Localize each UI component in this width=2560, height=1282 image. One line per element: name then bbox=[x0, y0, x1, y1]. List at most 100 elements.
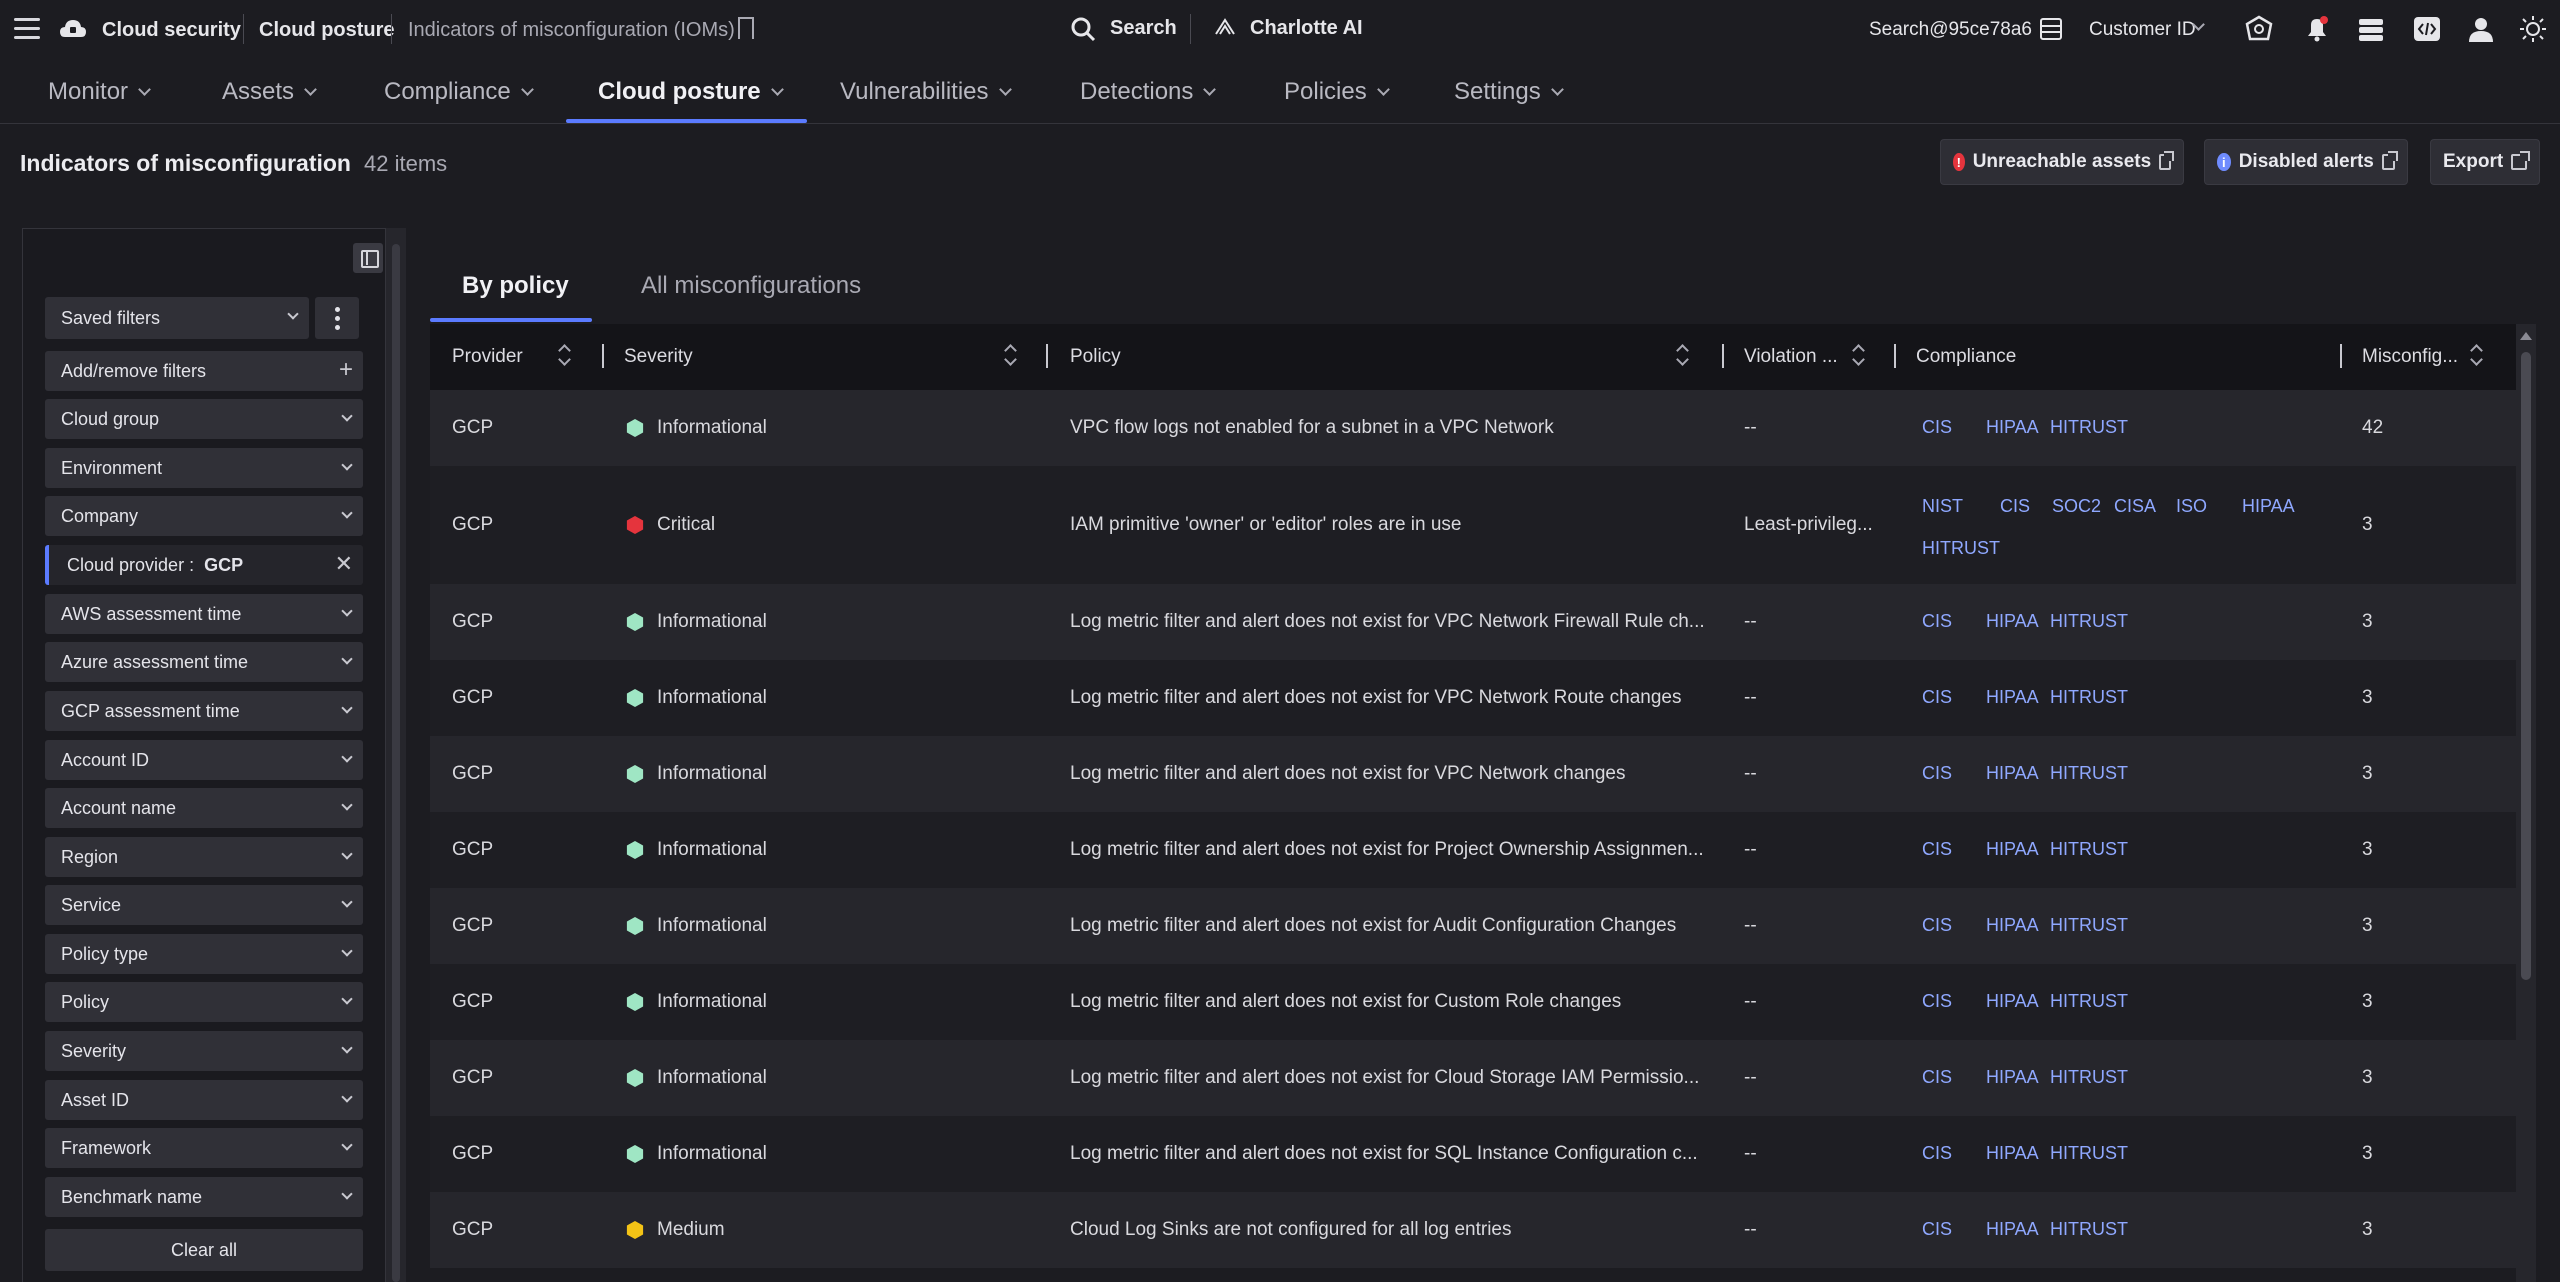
compliance-tag[interactable]: HITRUST bbox=[1922, 538, 2000, 559]
column-header-compliance[interactable]: Compliance bbox=[1916, 346, 2016, 368]
column-header-misconfigurations[interactable]: Misconfig... bbox=[2362, 346, 2458, 368]
table-row[interactable]: GCP Informational Log metric filter and al… bbox=[430, 660, 2516, 736]
sort-icon[interactable] bbox=[2470, 344, 2482, 366]
filter-aws-assessment-time[interactable]: AWS assessment time bbox=[45, 594, 363, 634]
sort-icon[interactable] bbox=[1852, 344, 1864, 366]
compliance-tag[interactable]: HIPAA bbox=[1986, 417, 2039, 438]
nav-item-vulnerabilities[interactable]: Vulnerabilities bbox=[840, 78, 1012, 106]
policy-cell[interactable]: IAM primitive 'owner' or 'editor' roles … bbox=[1070, 514, 1710, 536]
column-header-violation[interactable]: Violation ... bbox=[1744, 346, 1838, 368]
filter-gcp-assessment-time[interactable]: GCP assessment time bbox=[45, 691, 363, 731]
filter-policy[interactable]: Policy bbox=[45, 982, 363, 1022]
kebab-icon[interactable] bbox=[315, 297, 359, 339]
column-resize-handle[interactable] bbox=[2340, 344, 2342, 368]
column-header-provider[interactable]: Provider bbox=[452, 346, 523, 368]
charlotte-ai-button[interactable]: Charlotte AI bbox=[1250, 17, 1363, 40]
filter-severity[interactable]: Severity bbox=[45, 1031, 363, 1071]
nav-item-detections[interactable]: Detections bbox=[1080, 78, 1217, 106]
misconfig-count-cell[interactable]: 42 bbox=[2362, 417, 2383, 439]
compliance-tag[interactable]: CIS bbox=[1922, 763, 1952, 784]
policy-cell[interactable]: Log metric filter and alert does not exi… bbox=[1070, 763, 1710, 785]
policy-cell[interactable]: Log metric filter and alert does not exi… bbox=[1070, 611, 1710, 633]
filter-framework[interactable]: Framework bbox=[45, 1128, 363, 1168]
compliance-tag[interactable]: CIS bbox=[1922, 1067, 1952, 1088]
filter-cloud-provider-active[interactable]: Cloud provider : GCP ✕ bbox=[45, 545, 363, 585]
menu-icon[interactable] bbox=[14, 18, 40, 40]
compliance-tag[interactable]: ISO bbox=[2176, 496, 2207, 517]
compliance-tag[interactable]: CIS bbox=[1922, 1143, 1952, 1164]
filter-policy-type[interactable]: Policy type bbox=[45, 934, 363, 974]
column-header-severity[interactable]: Severity bbox=[624, 346, 693, 368]
clear-all-button[interactable]: Clear all bbox=[45, 1229, 363, 1271]
compliance-tag[interactable]: CIS bbox=[1922, 915, 1952, 936]
sort-icon[interactable] bbox=[1004, 344, 1016, 366]
close-icon[interactable]: ✕ bbox=[335, 553, 353, 575]
scrollbar-thumb[interactable] bbox=[2521, 352, 2531, 980]
compliance-tag[interactable]: CIS bbox=[1922, 1219, 1952, 1240]
column-resize-handle[interactable] bbox=[1046, 344, 1048, 368]
table-row[interactable]: GCP Informational Log metric filter and al… bbox=[430, 888, 2516, 964]
nav-item-monitor[interactable]: Monitor bbox=[48, 78, 151, 106]
shield-icon[interactable] bbox=[2244, 15, 2274, 43]
user-icon[interactable] bbox=[2466, 15, 2496, 43]
nav-item-compliance[interactable]: Compliance bbox=[384, 78, 534, 106]
compliance-tag[interactable]: HIPAA bbox=[1986, 763, 2039, 784]
compliance-tag[interactable]: HITRUST bbox=[2050, 1219, 2128, 1240]
policy-cell[interactable]: Cloud Log Sinks are not configured for a… bbox=[1070, 1219, 1710, 1241]
filter-account-name[interactable]: Account name bbox=[45, 788, 363, 828]
misconfig-count-cell[interactable]: 3 bbox=[2362, 915, 2373, 937]
column-resize-handle[interactable] bbox=[1894, 344, 1896, 368]
compliance-tag[interactable]: HIPAA bbox=[1986, 1219, 2039, 1240]
filter-account-id[interactable]: Account ID bbox=[45, 740, 363, 780]
filter-service[interactable]: Service bbox=[45, 885, 363, 925]
compliance-tag[interactable]: HIPAA bbox=[1986, 687, 2039, 708]
misconfig-count-cell[interactable]: 3 bbox=[2362, 611, 2373, 633]
nav-item-settings[interactable]: Settings bbox=[1454, 78, 1564, 106]
nav-item-policies[interactable]: Policies bbox=[1284, 78, 1390, 106]
filter-region[interactable]: Region bbox=[45, 837, 363, 877]
compliance-tag[interactable]: HIPAA bbox=[1986, 991, 2039, 1012]
policy-cell[interactable]: Log metric filter and alert does not exi… bbox=[1070, 839, 1710, 861]
bell-icon[interactable] bbox=[2302, 15, 2332, 43]
scrollbar-thumb[interactable] bbox=[392, 244, 400, 1282]
compliance-tag[interactable]: HITRUST bbox=[2050, 763, 2128, 784]
compliance-tag[interactable]: HITRUST bbox=[2050, 915, 2128, 936]
compliance-tag[interactable]: HIPAA bbox=[1986, 1067, 2039, 1088]
compliance-tag[interactable]: HITRUST bbox=[2050, 687, 2128, 708]
breadcrumb-section[interactable]: Cloud posture bbox=[259, 19, 395, 42]
add-remove-filters-button[interactable]: Add/remove filters + bbox=[45, 351, 363, 391]
filter-benchmark-name[interactable]: Benchmark name bbox=[45, 1177, 363, 1217]
compliance-tag[interactable]: CISA bbox=[2114, 496, 2156, 517]
policy-cell[interactable]: Log metric filter and alert does not exi… bbox=[1070, 1143, 1710, 1165]
filter-asset-id[interactable]: Asset ID bbox=[45, 1080, 363, 1120]
sort-icon[interactable] bbox=[1676, 344, 1688, 366]
compliance-tag[interactable]: CIS bbox=[2000, 496, 2030, 517]
table-row[interactable]: GCP Informational VPC flow logs not enable… bbox=[430, 390, 2516, 466]
scroll-up-icon[interactable] bbox=[2520, 332, 2532, 340]
table-row[interactable]: GCP Critical IAM primitive 'owner' or 'edi… bbox=[430, 466, 2516, 584]
column-resize-handle[interactable] bbox=[602, 344, 604, 368]
misconfig-count-cell[interactable]: 3 bbox=[2362, 763, 2373, 785]
compliance-tag[interactable]: NIST bbox=[1922, 496, 1963, 517]
compliance-tag[interactable]: SOC2 bbox=[2052, 496, 2101, 517]
filter-azure-assessment-time[interactable]: Azure assessment time bbox=[45, 642, 363, 682]
misconfig-count-cell[interactable]: 3 bbox=[2362, 839, 2373, 861]
table-row[interactable]: GCP Informational Log metric filter and al… bbox=[430, 584, 2516, 660]
collapse-panel-icon[interactable] bbox=[353, 243, 383, 273]
tab-by-policy[interactable]: By policy bbox=[462, 272, 569, 300]
compliance-tag[interactable]: HIPAA bbox=[1986, 915, 2039, 936]
user-search-label[interactable]: Search@95ce78a6 bbox=[1869, 19, 2032, 41]
nav-item-cloud-posture[interactable]: Cloud posture bbox=[598, 78, 784, 106]
policy-cell[interactable]: Log metric filter and alert does not exi… bbox=[1070, 1067, 1710, 1089]
filter-company[interactable]: Company bbox=[45, 496, 363, 536]
breadcrumb-app[interactable]: Cloud security bbox=[102, 19, 241, 42]
code-icon[interactable] bbox=[2412, 15, 2442, 43]
saved-filters-dropdown[interactable]: Saved filters bbox=[45, 297, 309, 339]
policy-cell[interactable]: VPC flow logs not enabled for a subnet i… bbox=[1070, 417, 1710, 439]
compliance-tag[interactable]: CIS bbox=[1922, 611, 1952, 632]
misconfig-count-cell[interactable]: 3 bbox=[2362, 1067, 2373, 1089]
compliance-tag[interactable]: CIS bbox=[1922, 839, 1952, 860]
export-button[interactable]: Export bbox=[2430, 139, 2540, 185]
table-row[interactable]: GCP Informational Log metric filter and al… bbox=[430, 964, 2516, 1040]
table-scrollbar[interactable] bbox=[2516, 324, 2536, 1282]
